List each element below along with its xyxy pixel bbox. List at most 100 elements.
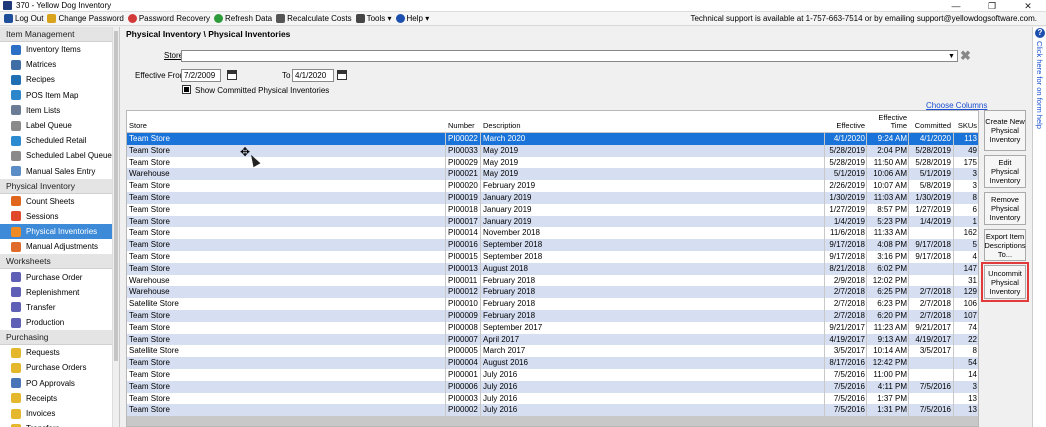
uncommit-physical-inventory-button[interactable]: Uncommit Physical Inventory <box>981 262 1029 302</box>
col-committed-header[interactable]: Committed <box>911 122 951 130</box>
chevron-down-icon[interactable]: ▼ <box>947 52 956 61</box>
effective-from-input[interactable]: 7/2/2009 <box>181 69 221 82</box>
table-row[interactable]: Team Store PI00014 November 2018 11/6/2018 1… <box>127 227 978 240</box>
calendar-icon[interactable] <box>337 70 347 80</box>
sidebar-item-sessions[interactable]: Sessions <box>0 209 119 224</box>
sidebar-item-manual-sales-entry[interactable]: Manual Sales Entry <box>0 164 119 179</box>
sidebar-item-requests[interactable]: Requests <box>0 345 119 360</box>
sidebar-item-recipes[interactable]: Recipes <box>0 72 119 87</box>
sidebar-item-replenishment[interactable]: Replenishment <box>0 285 119 300</box>
table-row[interactable]: Team Store PI00001 July 2016 7/5/2016 11:00 … <box>127 368 978 381</box>
table-row[interactable]: Team Store PI00003 July 2016 7/5/2016 1:37 P… <box>127 392 978 405</box>
sidebar-item-inventory-items[interactable]: Inventory Items <box>0 42 119 57</box>
form-help-link[interactable]: Click here for on form help <box>1035 41 1044 129</box>
sidebar-item-physical-inventories[interactable]: Physical Inventories <box>0 224 119 240</box>
choose-columns-link[interactable]: Choose Columns <box>926 101 987 110</box>
sidebar-item-receipts[interactable]: Receipts <box>0 391 119 406</box>
store-select[interactable]: ▼ <box>181 50 958 62</box>
tools-menu[interactable]: Tools ▾ <box>355 14 392 23</box>
create-physical-inventory-button[interactable]: Create New Physical Inventory <box>984 110 1026 151</box>
remove-physical-inventory-button[interactable]: Remove Physical Inventory <box>984 192 1026 225</box>
close-button[interactable]: ✕ <box>1010 0 1046 12</box>
cell-store: Team Store <box>129 157 170 167</box>
table-row[interactable]: Team Store PI00006 July 2016 7/5/2016 4:11 P… <box>127 380 978 393</box>
help-strip[interactable]: ? Click here for on form help <box>1032 27 1046 427</box>
table-row[interactable]: Team Store PI00019 January 2019 1/30/2019 11… <box>127 191 978 204</box>
cell-number: PI00014 <box>448 228 478 238</box>
to-date-input[interactable]: 4/1/2020 <box>292 69 334 82</box>
table-row[interactable]: Team Store PI00022 March 2020 4/1/2020 9:24 … <box>127 133 978 145</box>
sidebar-item-matrices[interactable]: Matrices <box>0 57 119 72</box>
sidebar-item-label-queue[interactable]: Label Queue <box>0 118 119 133</box>
table-row[interactable]: Satellite Store PI00005 March 2017 3/5/2017… <box>127 345 978 358</box>
help-question-icon[interactable]: ? <box>1035 28 1045 38</box>
column-divider <box>824 203 825 216</box>
table-row[interactable]: Team Store PI00008 September 2017 9/21/2017… <box>127 321 978 334</box>
col-number-header[interactable]: Number <box>448 122 475 130</box>
edit-physical-inventory-button[interactable]: Edit Physical Inventory <box>984 155 1026 188</box>
refresh-data-menu[interactable]: Refresh Data <box>213 14 272 23</box>
col-skus-header[interactable]: SKUs <box>955 122 977 130</box>
help-menu[interactable]: Help ▾ <box>395 14 429 23</box>
cell-store: Team Store <box>129 322 170 332</box>
table-row[interactable]: Team Store PI00016 September 2018 9/17/2018… <box>127 239 978 251</box>
sidebar-item-icon <box>11 150 21 161</box>
refresh-icon <box>213 14 223 23</box>
table-row[interactable]: Satellite Store PI00010 February 2018 2/7/2… <box>127 298 978 310</box>
minimize-button[interactable]: — <box>938 0 974 12</box>
export-item-descriptions-button[interactable]: Export Item Descriptions To... <box>984 229 1026 261</box>
col-description-header[interactable]: Description <box>483 122 521 130</box>
sidebar-scrollbar[interactable] <box>112 27 119 427</box>
table-row[interactable]: Team Store PI00015 September 2018 9/17/2018… <box>127 250 978 263</box>
column-divider <box>824 144 825 157</box>
recalculate-costs-menu[interactable]: Recalculate Costs <box>276 14 352 23</box>
cell-effective-time: 10:06 AM <box>873 169 907 179</box>
column-divider <box>953 250 954 263</box>
sidebar-item-scheduled-retail[interactable]: Scheduled Retail <box>0 133 119 148</box>
calendar-icon[interactable] <box>227 70 237 80</box>
table-row[interactable]: Warehouse PI00011 February 2018 2/9/2018 12:… <box>127 274 978 287</box>
col-effective-header[interactable]: Effective <box>827 122 865 130</box>
sidebar-item-po-approvals[interactable]: PO Approvals <box>0 376 119 391</box>
table-row[interactable]: Warehouse PI00012 February 2018 2/7/2018 6:2… <box>127 286 978 299</box>
cell-description: February 2018 <box>483 275 536 285</box>
clear-store-icon[interactable]: ✖ <box>960 48 971 64</box>
sidebar-item-transfers[interactable]: Transfers <box>0 421 119 427</box>
maximize-button[interactable]: ❐ <box>974 0 1010 12</box>
sidebar-item-item-lists[interactable]: Item Lists <box>0 103 119 118</box>
change-password-menu[interactable]: Change Password <box>47 14 124 23</box>
logout-menu[interactable]: Log Out <box>4 14 43 23</box>
password-recovery-menu[interactable]: Password Recovery <box>127 14 210 23</box>
sidebar-section-header: Item Management <box>0 27 119 42</box>
table-row[interactable]: Team Store PI00018 January 2019 1/27/2019 8:… <box>127 203 978 216</box>
sidebar-item-transfer[interactable]: Transfer <box>0 300 119 315</box>
table-row[interactable]: Team Store PI00020 February 2019 2/26/2019 1… <box>127 180 978 192</box>
col-effective-time-header[interactable]: Effective Time <box>869 114 907 130</box>
sidebar-item-production[interactable]: Production <box>0 315 119 330</box>
table-row[interactable]: Warehouse PI00021 May 2019 5/1/2019 10:06 AM… <box>127 168 978 181</box>
cell-skus: 3 <box>972 381 977 391</box>
sidebar-item-count-sheets[interactable]: Count Sheets <box>0 194 119 209</box>
grid-header: Store Number Description Effective Effec… <box>127 111 978 133</box>
column-divider <box>953 380 954 393</box>
sidebar-item-purchase-orders[interactable]: Purchase Orders <box>0 360 119 375</box>
cell-number: PI00009 <box>448 310 478 320</box>
column-divider <box>445 286 446 299</box>
sidebar-scroll-thumb[interactable] <box>114 31 118 361</box>
sidebar-item-invoices[interactable]: Invoices <box>0 406 119 421</box>
table-row[interactable]: Team Store PI00013 August 2018 8/21/2018 6:0… <box>127 262 978 275</box>
show-committed-checkbox[interactable] <box>182 85 191 94</box>
table-row[interactable]: Team Store PI00017 January 2019 1/4/2019 5:2… <box>127 215 978 228</box>
sidebar-item-pos-item-map[interactable]: POS Item Map <box>0 88 119 103</box>
cell-skus: 14 <box>968 369 977 379</box>
table-row[interactable]: Team Store PI00007 April 2017 4/19/2017 9:13… <box>127 333 978 346</box>
table-row[interactable]: Team Store PI00002 July 2016 7/5/2016 1:31 P… <box>127 404 978 417</box>
col-store-header[interactable]: Store <box>129 122 147 130</box>
cell-committed: 5/8/2019 <box>919 181 951 191</box>
cell-store: Warehouse <box>129 275 170 285</box>
sidebar-item-scheduled-label-queue[interactable]: Scheduled Label Queue <box>0 148 119 163</box>
sidebar-item-manual-adjustments[interactable]: Manual Adjustments <box>0 239 119 254</box>
table-row[interactable]: Team Store PI00009 February 2018 2/7/2018 6:… <box>127 309 978 322</box>
table-row[interactable]: Team Store PI00004 August 2016 8/17/2016 12:… <box>127 357 978 369</box>
sidebar-item-purchase-order[interactable]: Purchase Order <box>0 269 119 284</box>
